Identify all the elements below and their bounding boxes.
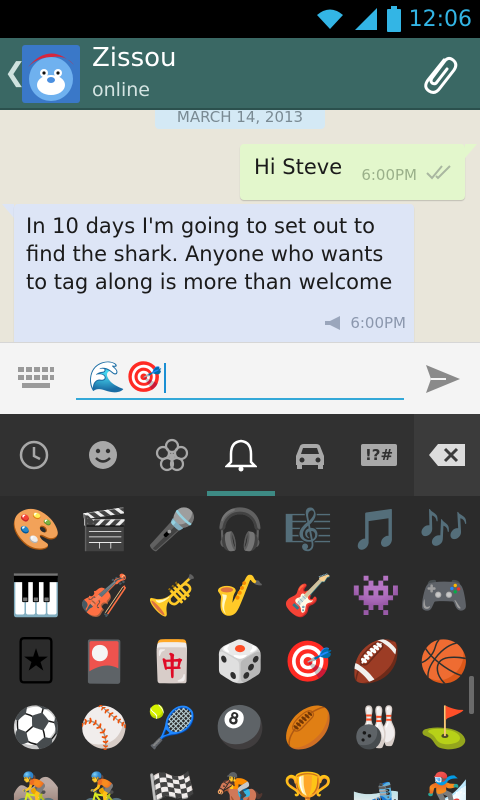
smiley-icon <box>89 441 117 469</box>
emoji-key[interactable]: ⛳ <box>410 694 478 760</box>
contact-name[interactable]: Zissou <box>92 43 177 73</box>
screen: 12:06 ❮ Zissou online MARCH 14, 2013 Hi … <box>0 0 480 800</box>
emoji-key[interactable]: 🎧 <box>206 496 274 562</box>
message-time: 6:00PM <box>350 314 406 332</box>
symbols-label: !?# <box>360 444 398 466</box>
message-incoming[interactable]: In 10 days I'm going to set out to find … <box>14 204 414 342</box>
chat-area[interactable]: MARCH 14, 2013 Hi Steve 6:00PM In 10 day… <box>0 110 480 342</box>
contact-status: online <box>92 79 150 101</box>
emoji-key[interactable]: 🎤 <box>138 496 206 562</box>
status-time: 12:06 <box>408 6 472 32</box>
flower-icon <box>155 438 189 472</box>
emoji-key[interactable]: 🎮 <box>410 562 478 628</box>
emoji-key[interactable]: 🎻 <box>70 562 138 628</box>
emoji-key[interactable]: 🏈 <box>342 628 410 694</box>
emoji-key[interactable]: 🎹 <box>2 562 70 628</box>
message-time: 6:00PM <box>361 166 417 184</box>
status-icons: 12:06 <box>315 0 472 38</box>
emoji-key[interactable]: 🎯 <box>274 628 342 694</box>
emoji-key[interactable]: 🏀 <box>410 628 478 694</box>
tab-places[interactable] <box>276 414 344 496</box>
backspace-icon <box>429 444 465 466</box>
message-input-value: 🌊🎯 <box>88 360 163 395</box>
message-meta: 6:00PM <box>324 314 406 332</box>
emoji-key[interactable]: 🏇 <box>206 760 274 800</box>
avatar[interactable] <box>22 45 80 103</box>
tab-nature[interactable] <box>138 414 206 496</box>
broadcast-icon <box>325 316 341 330</box>
text-cursor <box>163 363 166 393</box>
emoji-grid: 🎨 🎬 🎤 🎧 🎼 🎵 🎶 🎹 🎻 🎺 🎷 🎸 👾 🎮 🃏 🎴 🀄 🎲 🎯 🏈 🏀 ⚽ ⚾ 🎾 🎱 🏉 🎳 ⛳ 🚵 🚴 🏁 🏇 🏆 🎿 🏂 <box>0 496 480 800</box>
emoji-key[interactable]: 🎱 <box>206 694 274 760</box>
wifi-icon <box>316 9 343 29</box>
emoji-key[interactable]: 🚴 <box>70 760 138 800</box>
tab-objects[interactable] <box>207 414 275 496</box>
tab-people[interactable] <box>69 414 137 496</box>
emoji-key[interactable]: 🎴 <box>70 628 138 694</box>
emoji-key[interactable]: ⚾ <box>70 694 138 760</box>
emoji-key[interactable]: 🎼 <box>274 496 342 562</box>
battery-icon <box>386 6 401 32</box>
emoji-key[interactable]: 🎳 <box>342 694 410 760</box>
message-input[interactable]: 🌊🎯 <box>88 359 166 397</box>
tab-recent[interactable] <box>0 414 68 496</box>
car-icon <box>296 444 324 469</box>
emoji-key[interactable]: 🚵 <box>2 760 70 800</box>
emoji-key[interactable]: 🎲 <box>206 628 274 694</box>
bubble-tail <box>465 144 477 158</box>
input-underline <box>76 398 404 400</box>
paperclip-icon[interactable] <box>414 50 462 98</box>
emoji-key[interactable]: 🎵 <box>342 496 410 562</box>
message-outgoing[interactable]: Hi Steve 6:00PM <box>240 144 465 200</box>
emoji-key[interactable]: 🏁 <box>138 760 206 800</box>
emoji-key[interactable]: 🎶 <box>410 496 478 562</box>
bell-icon <box>225 439 257 472</box>
emoji-key[interactable]: 🀄 <box>138 628 206 694</box>
emoji-key[interactable]: 🎾 <box>138 694 206 760</box>
emoji-key[interactable]: 🎿 <box>342 760 410 800</box>
emoji-key[interactable]: 🎨 <box>2 496 70 562</box>
tab-symbols[interactable]: !?# <box>345 414 413 496</box>
emoji-key[interactable]: 🏆 <box>274 760 342 800</box>
double-check-icon <box>426 165 451 180</box>
emoji-key[interactable]: ⚽ <box>2 694 70 760</box>
backspace-button[interactable] <box>414 414 480 496</box>
emoji-key[interactable]: 🎸 <box>274 562 342 628</box>
message-text: Hi Steve <box>254 155 343 179</box>
status-bar: 12:06 <box>0 0 480 38</box>
emoji-key[interactable]: 🎺 <box>138 562 206 628</box>
emoji-scrollbar[interactable] <box>469 676 474 714</box>
date-divider: MARCH 14, 2013 <box>155 110 325 129</box>
keyboard-icon[interactable] <box>18 365 54 391</box>
emoji-key[interactable]: 🏂 <box>410 760 478 800</box>
emoji-category-tabs: !?# <box>0 414 480 496</box>
composer-bar: 🌊🎯 <box>0 342 480 414</box>
signal-icon <box>354 8 377 30</box>
send-icon[interactable] <box>422 359 462 399</box>
emoji-key[interactable]: 🏉 <box>274 694 342 760</box>
bubble-tail <box>2 204 14 218</box>
clock-icon <box>19 440 49 470</box>
emoji-key[interactable]: 🎷 <box>206 562 274 628</box>
chat-header[interactable]: ❮ Zissou online <box>0 38 480 110</box>
emoji-key[interactable]: 🃏 <box>2 628 70 694</box>
emoji-key[interactable]: 👾 <box>342 562 410 628</box>
message-text: In 10 days I'm going to set out to find … <box>26 214 393 294</box>
emoji-key[interactable]: 🎬 <box>70 496 138 562</box>
